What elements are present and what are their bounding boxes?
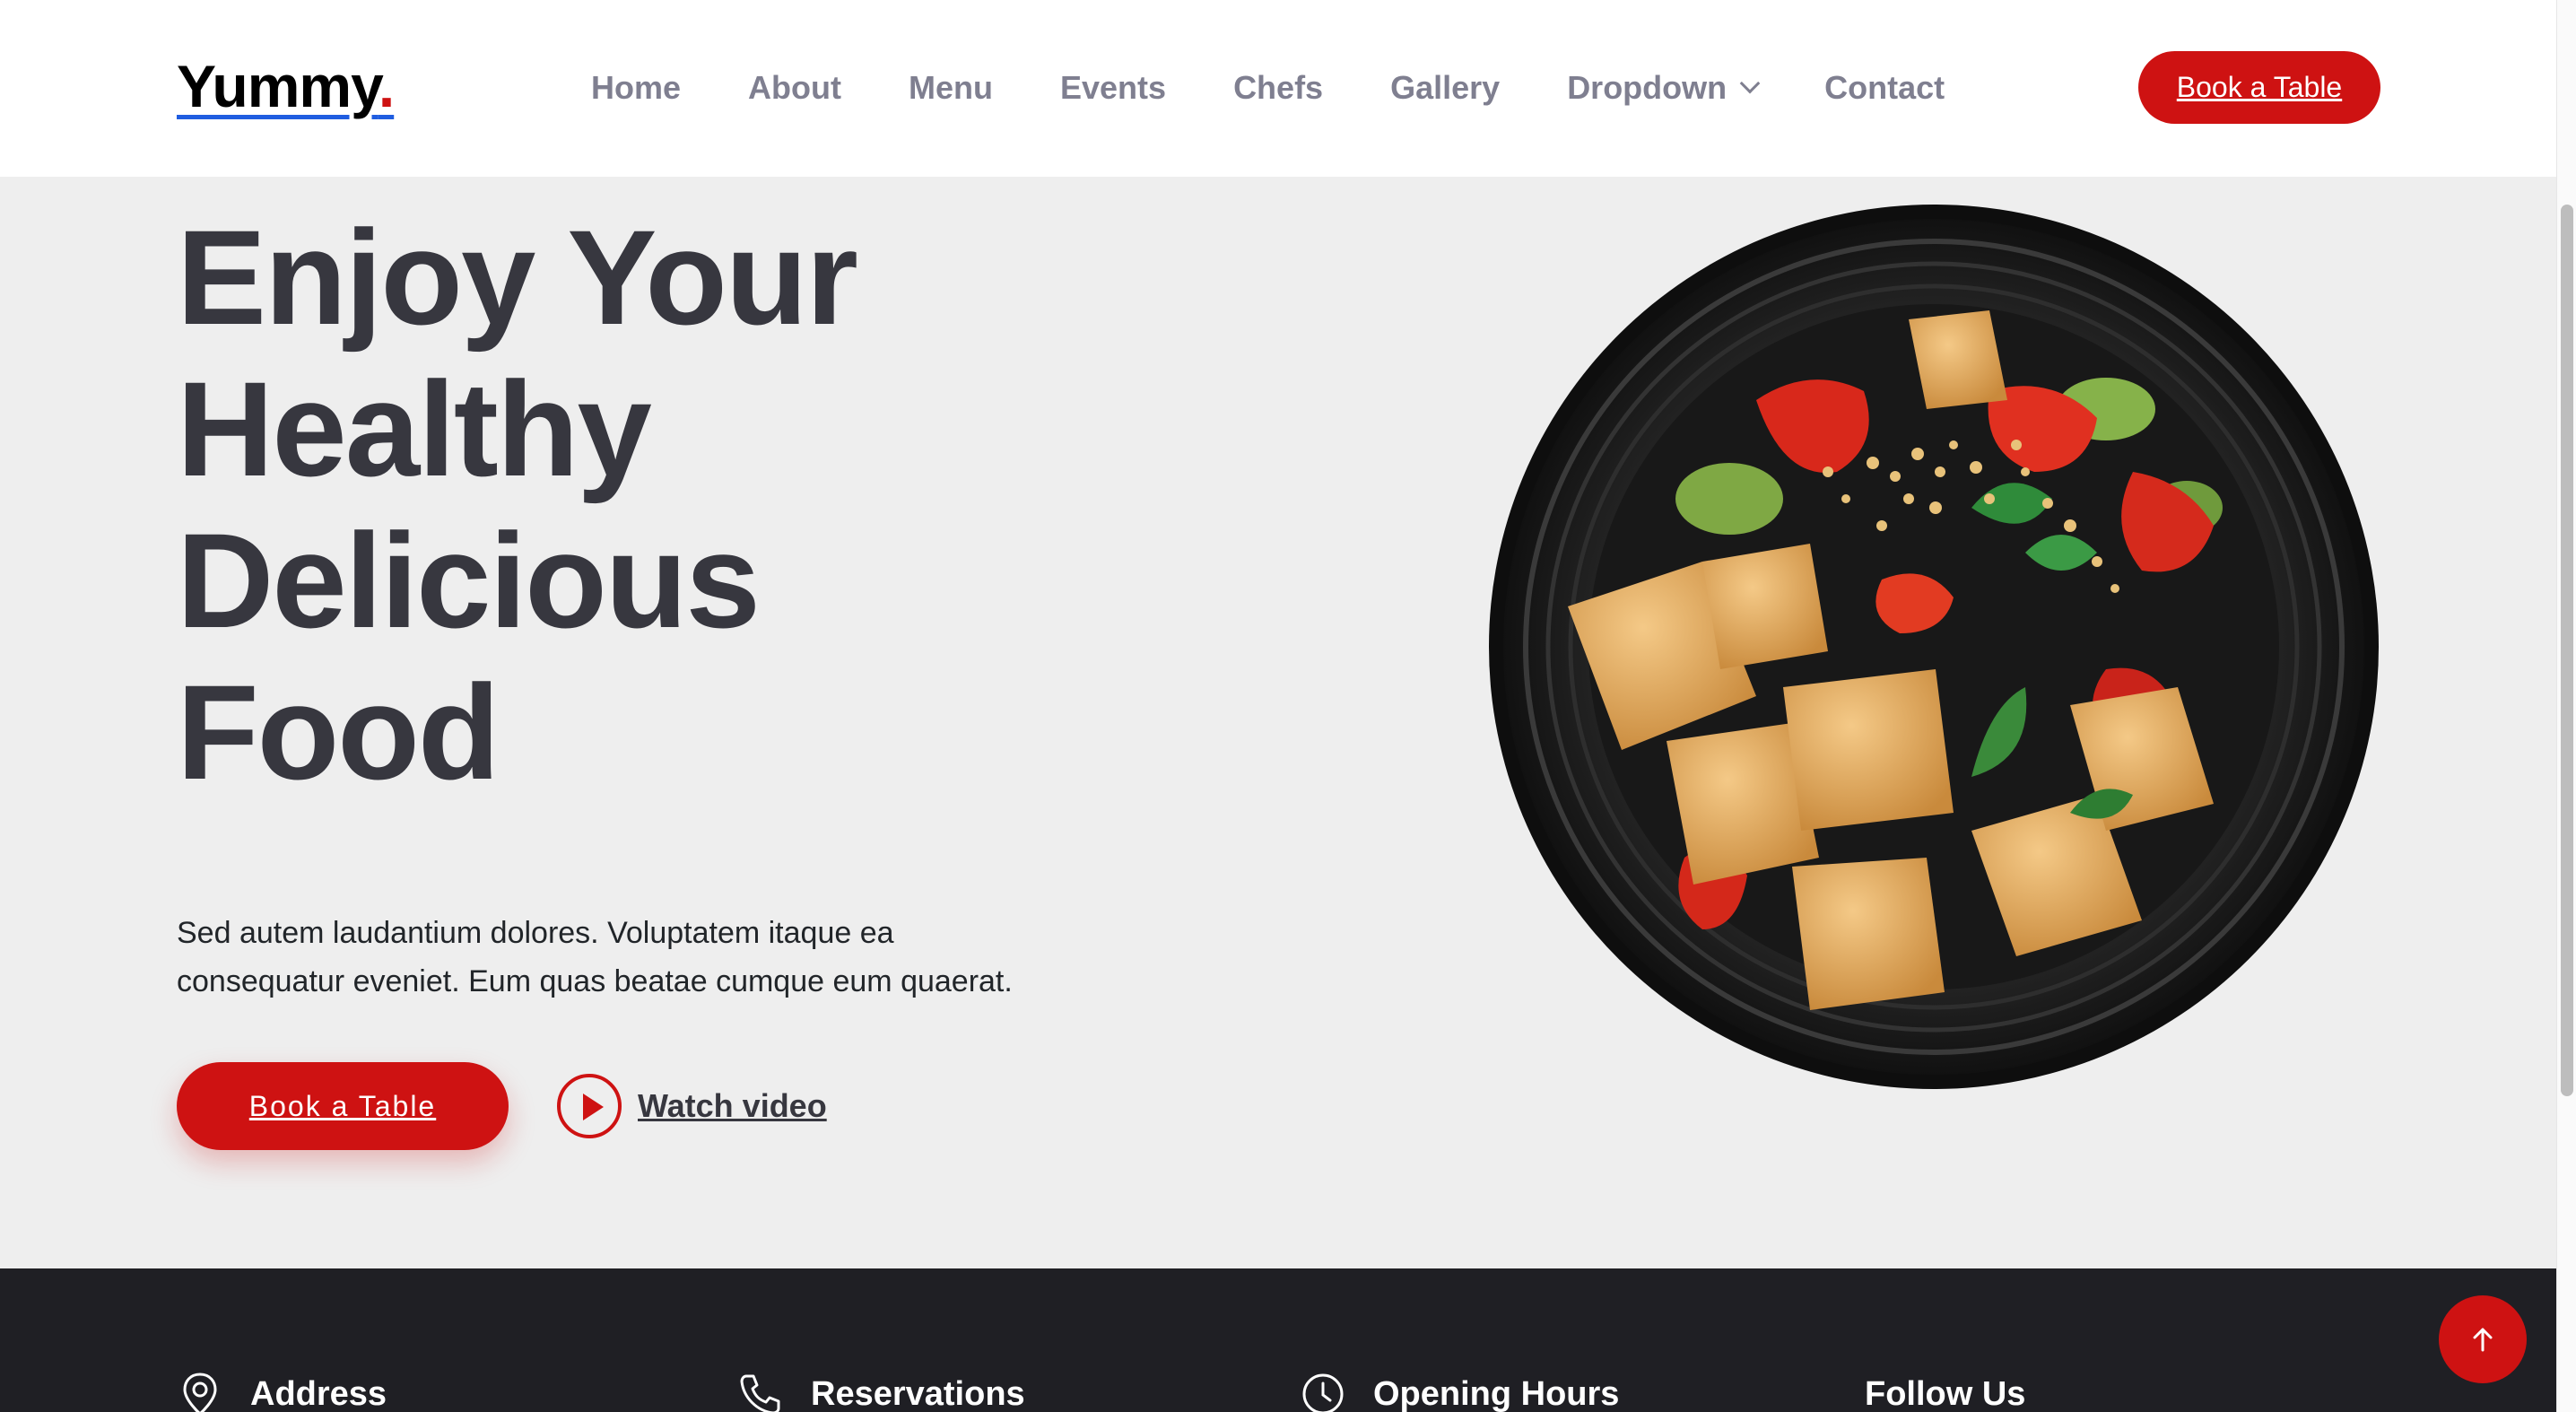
map-pin-icon	[183, 1373, 217, 1412]
scrollbar-thumb[interactable]	[2561, 205, 2573, 1096]
footer-follow-us: Follow Us	[1865, 1363, 2025, 1412]
nav-item-menu[interactable]: Menu	[909, 69, 993, 107]
footer-opening-hours-title: Opening Hours	[1373, 1374, 1620, 1412]
footer-opening-hours: Opening Hours	[1300, 1363, 1619, 1412]
footer-address-title: Address	[250, 1374, 387, 1412]
nav-item-gallery[interactable]: Gallery	[1390, 69, 1500, 107]
footer-follow-us-title: Follow Us	[1865, 1374, 2026, 1412]
chevron-down-icon	[1739, 73, 1761, 94]
nav-item-home[interactable]: Home	[591, 69, 681, 107]
footer-address: Address	[177, 1363, 387, 1412]
arrow-up-icon	[2473, 1328, 2493, 1352]
nav-item-contact[interactable]: Contact	[1824, 69, 1945, 107]
footer-reservations-title: Reservations	[811, 1374, 1025, 1412]
header-book-table-button[interactable]: Book a Table	[2138, 51, 2380, 124]
main-nav: Home About Menu Events Chefs Gallery Dro…	[591, 63, 1945, 113]
play-circle-icon	[557, 1074, 622, 1138]
clock-icon	[1302, 1373, 1344, 1412]
nav-item-about[interactable]: About	[748, 69, 841, 107]
footer-reservations: Reservations	[737, 1363, 1025, 1412]
hero-title: Enjoy Your Healthy Delicious Food	[177, 202, 1163, 808]
watch-video-link[interactable]: Watch video	[557, 1074, 827, 1138]
hero-title-line: Healthy	[177, 353, 652, 504]
hero-description-line: Sed autem laudantium dolores. Voluptatem…	[177, 916, 894, 950]
nav-item-dropdown-label: Dropdown	[1567, 69, 1727, 106]
watch-video-label: Watch video	[638, 1087, 827, 1124]
phone-icon	[740, 1374, 780, 1412]
hero-book-table-button[interactable]: Book a Table	[177, 1062, 509, 1150]
back-to-top-button[interactable]	[2439, 1295, 2527, 1383]
site-header: Yummy. Home About Menu Events Chefs Gall…	[0, 0, 2556, 177]
brand-dot: .	[378, 53, 395, 119]
hero-title-line: Delicious	[177, 505, 761, 656]
hero-description: Sed autem laudantium dolores. Voluptatem…	[177, 909, 1118, 1006]
page-scrollbar[interactable]	[2556, 0, 2576, 1412]
brand-name: Yummy	[177, 53, 379, 119]
nav-item-events[interactable]: Events	[1060, 69, 1166, 107]
nav-item-dropdown[interactable]: Dropdown	[1567, 69, 1761, 107]
hero-title-line: Enjoy Your	[177, 202, 858, 353]
hero-description-line: consequatur eveniet. Eum quas beatae cum…	[177, 964, 1013, 998]
nav-item-chefs[interactable]: Chefs	[1233, 69, 1323, 107]
site-footer: Address Reservations Opening Hours Follo…	[0, 1268, 2556, 1412]
brand-logo[interactable]: Yummy.	[177, 52, 395, 120]
hero-title-line: Food	[177, 657, 500, 807]
dish-image	[1489, 205, 2379, 1089]
